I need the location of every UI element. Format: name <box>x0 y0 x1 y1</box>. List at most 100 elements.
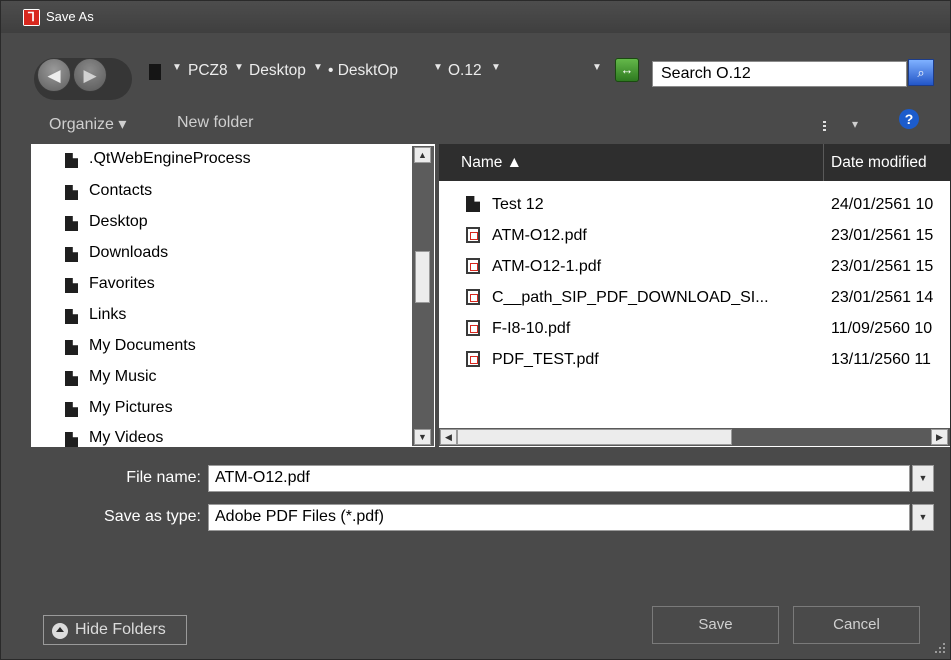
file-row[interactable]: C__path_SIP_PDF_DOWNLOAD_SI... 23/01/256… <box>439 285 950 311</box>
file-name-input[interactable]: ATM-O12.pdf <box>208 465 910 492</box>
tree-item-my-videos[interactable]: My Videos <box>65 429 164 447</box>
file-name: F-I8-10.pdf <box>492 320 571 337</box>
resize-grip-icon[interactable] <box>931 641 947 657</box>
folder-icon <box>466 196 480 212</box>
pdf-file-icon <box>466 289 480 305</box>
cancel-button[interactable]: Cancel <box>793 606 920 644</box>
desktop-icon <box>65 216 78 231</box>
tree-item-label: My Pictures <box>89 399 173 416</box>
forward-button[interactable]: ▶ <box>73 58 107 92</box>
scroll-right-icon[interactable]: ▶ <box>931 429 948 445</box>
breadcrumb-item-pcz8[interactable]: PCZ8 <box>188 62 228 80</box>
folder-icon <box>65 153 78 168</box>
tree-item-label: Contacts <box>89 182 153 199</box>
views-icon[interactable] <box>823 121 833 133</box>
chevron-down-icon[interactable]: ▼ <box>433 62 443 73</box>
scroll-up-icon[interactable]: ▲ <box>414 147 431 163</box>
tree-item-label: Favorites <box>89 275 155 292</box>
refresh-button[interactable]: ↔ <box>615 58 639 82</box>
file-name: Test 12 <box>492 196 544 213</box>
tree-item-favorites[interactable]: Favorites <box>65 275 155 297</box>
back-button[interactable]: ◀ <box>37 58 71 92</box>
forward-arrow-icon: ▶ <box>83 66 97 85</box>
file-row[interactable]: F-I8-10.pdf 11/09/2560 10 <box>439 316 950 342</box>
hide-folders-button[interactable]: Hide Folders <box>43 615 187 645</box>
tree-item-label: My Music <box>89 368 157 385</box>
music-icon <box>65 371 78 386</box>
tree-item-label: .QtWebEngineProcess <box>89 150 251 167</box>
scroll-down-icon[interactable]: ▼ <box>414 429 431 445</box>
tree-item-label: My Videos <box>89 429 164 446</box>
tree-item-my-music[interactable]: My Music <box>65 368 157 390</box>
links-icon <box>65 309 78 324</box>
column-header-date-modified[interactable]: Date modified <box>831 154 927 172</box>
file-name: ATM-O12-1.pdf <box>492 258 602 275</box>
tree-item-downloads[interactable]: Downloads <box>65 244 169 266</box>
videos-icon <box>65 432 78 447</box>
pictures-icon <box>65 402 78 417</box>
tree-item-my-pictures[interactable]: My Pictures <box>65 399 173 421</box>
pdf-file-icon <box>466 227 480 243</box>
chevron-down-icon[interactable]: ▼ <box>491 62 501 73</box>
tree-item-label: Links <box>89 306 127 323</box>
file-row[interactable]: ATM-O12-1.pdf 23/01/2561 15 <box>439 254 950 280</box>
file-row[interactable]: Test 12 24/01/2561 10 <box>439 192 950 218</box>
back-arrow-icon: ◀ <box>47 66 61 85</box>
file-list: Name ▲ Date modified Test 12 24/01/2561 … <box>439 144 950 447</box>
breadcrumb-item-desktop[interactable]: Desktop <box>249 62 306 80</box>
search-icon[interactable]: ⌕ <box>908 59 934 86</box>
pdf-file-icon <box>466 320 480 336</box>
downloads-icon <box>65 247 78 262</box>
file-list-hscrollbar[interactable]: ◀ ▶ <box>439 428 950 446</box>
column-divider[interactable] <box>823 144 824 181</box>
file-row[interactable]: ATM-O12.pdf 23/01/2561 15 <box>439 223 950 249</box>
file-date: 23/01/2561 15 <box>831 227 934 244</box>
file-name: ATM-O12.pdf <box>492 227 587 244</box>
file-date: 11/09/2560 10 <box>831 320 933 337</box>
tree-item-label: My Documents <box>89 337 196 354</box>
file-date: 13/11/2560 11 <box>831 351 931 368</box>
folder-icon <box>149 64 161 80</box>
save-as-dialog: ⅂ Save As ✕ ◀ ▶ ▼ PCZ8 ▼ Desktop ▼ • Des… <box>0 0 951 660</box>
save-as-type-label: Save as type: <box>104 508 201 525</box>
tree-item-contacts[interactable]: Contacts <box>65 182 153 204</box>
documents-icon <box>65 340 78 355</box>
hide-folders-label: Hide Folders <box>75 621 166 638</box>
chevron-down-icon[interactable]: ▼ <box>313 62 323 73</box>
favorites-icon <box>65 278 78 293</box>
file-name-label: File name: <box>126 469 201 486</box>
save-as-type-dropdown-icon[interactable]: ▼ <box>912 504 934 531</box>
tree-scroll-thumb[interactable] <box>415 251 430 303</box>
file-row[interactable]: PDF_TEST.pdf 13/11/2560 11 <box>439 347 950 373</box>
file-list-scroll-thumb[interactable] <box>457 429 732 445</box>
pdf-file-icon <box>466 351 480 367</box>
tree-item-links[interactable]: Links <box>65 306 127 328</box>
tree-scrollbar[interactable]: ▲ ▼ <box>412 146 434 446</box>
breadcrumb[interactable]: ▼ PCZ8 ▼ Desktop ▼ • DesktOp ▼ O.12 ▼ ▼ <box>139 58 641 86</box>
tree-item-desktop[interactable]: Desktop <box>65 213 148 235</box>
organize-menu-button[interactable]: Organize ▾ <box>49 114 126 134</box>
chevron-down-icon[interactable]: ▼ <box>234 62 244 73</box>
help-icon[interactable]: ? <box>899 109 919 129</box>
file-name-dropdown-icon[interactable]: ▼ <box>912 465 934 492</box>
save-as-type-select[interactable]: Adobe PDF Files (*.pdf) <box>208 504 910 531</box>
file-name: PDF_TEST.pdf <box>492 351 599 368</box>
column-header-name[interactable]: Name ▲ <box>461 154 522 172</box>
file-date: 23/01/2561 15 <box>831 258 934 275</box>
search-input[interactable]: Search O.12 <box>652 61 907 87</box>
save-button[interactable]: Save <box>652 606 779 644</box>
breadcrumb-item-desktop-sub[interactable]: • DesktOp <box>328 62 398 80</box>
address-history-dropdown-icon[interactable]: ▼ <box>592 62 602 73</box>
tree-item-qtwebengineprocess[interactable]: .QtWebEngineProcess <box>65 150 251 172</box>
scroll-left-icon[interactable]: ◀ <box>440 429 457 445</box>
tree-item-label: Downloads <box>89 244 169 261</box>
views-dropdown-arrow-icon[interactable]: ▾ <box>852 117 858 131</box>
chevron-down-icon[interactable]: ▼ <box>172 62 182 73</box>
dialog-title: Save As <box>46 9 94 24</box>
acrobat-glyph: ⅂ <box>24 10 39 25</box>
collapse-up-icon <box>52 623 68 639</box>
new-folder-button[interactable]: New folder <box>177 114 253 132</box>
breadcrumb-item-o12[interactable]: O.12 <box>448 62 482 80</box>
tree-item-my-documents[interactable]: My Documents <box>65 337 196 359</box>
toolbar: Organize ▾ New folder ▾ <box>1 108 950 140</box>
